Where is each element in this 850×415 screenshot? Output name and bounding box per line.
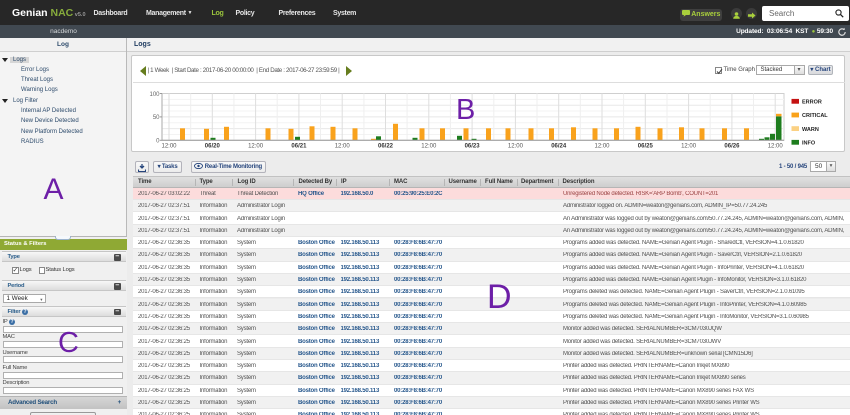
svg-text:06/22: 06/22 — [378, 144, 394, 150]
svg-text:INFO: INFO — [802, 141, 816, 147]
svg-text:06/26: 06/26 — [724, 144, 740, 150]
svg-text:12:00: 12:00 — [594, 144, 610, 150]
svg-text:12:00: 12:00 — [248, 144, 264, 150]
svg-text:06/25: 06/25 — [638, 144, 654, 150]
svg-text:100: 100 — [149, 92, 160, 98]
svg-text:06/21: 06/21 — [291, 144, 307, 150]
svg-text:12:00: 12:00 — [768, 144, 784, 150]
svg-text:ERROR: ERROR — [802, 100, 822, 106]
svg-text:12:00: 12:00 — [681, 144, 697, 150]
svg-text:12:00: 12:00 — [335, 144, 351, 150]
svg-text:WARN: WARN — [802, 127, 819, 133]
svg-text:50: 50 — [153, 115, 160, 121]
svg-text:CRITICAL: CRITICAL — [802, 113, 828, 119]
svg-text:12:00: 12:00 — [161, 144, 177, 150]
svg-text:06/24: 06/24 — [551, 144, 567, 150]
svg-text:0: 0 — [156, 139, 160, 145]
svg-text:12:00: 12:00 — [421, 144, 437, 150]
svg-text:06/20: 06/20 — [205, 144, 221, 150]
svg-text:06/23: 06/23 — [465, 144, 481, 150]
svg-text:12:00: 12:00 — [508, 144, 524, 150]
